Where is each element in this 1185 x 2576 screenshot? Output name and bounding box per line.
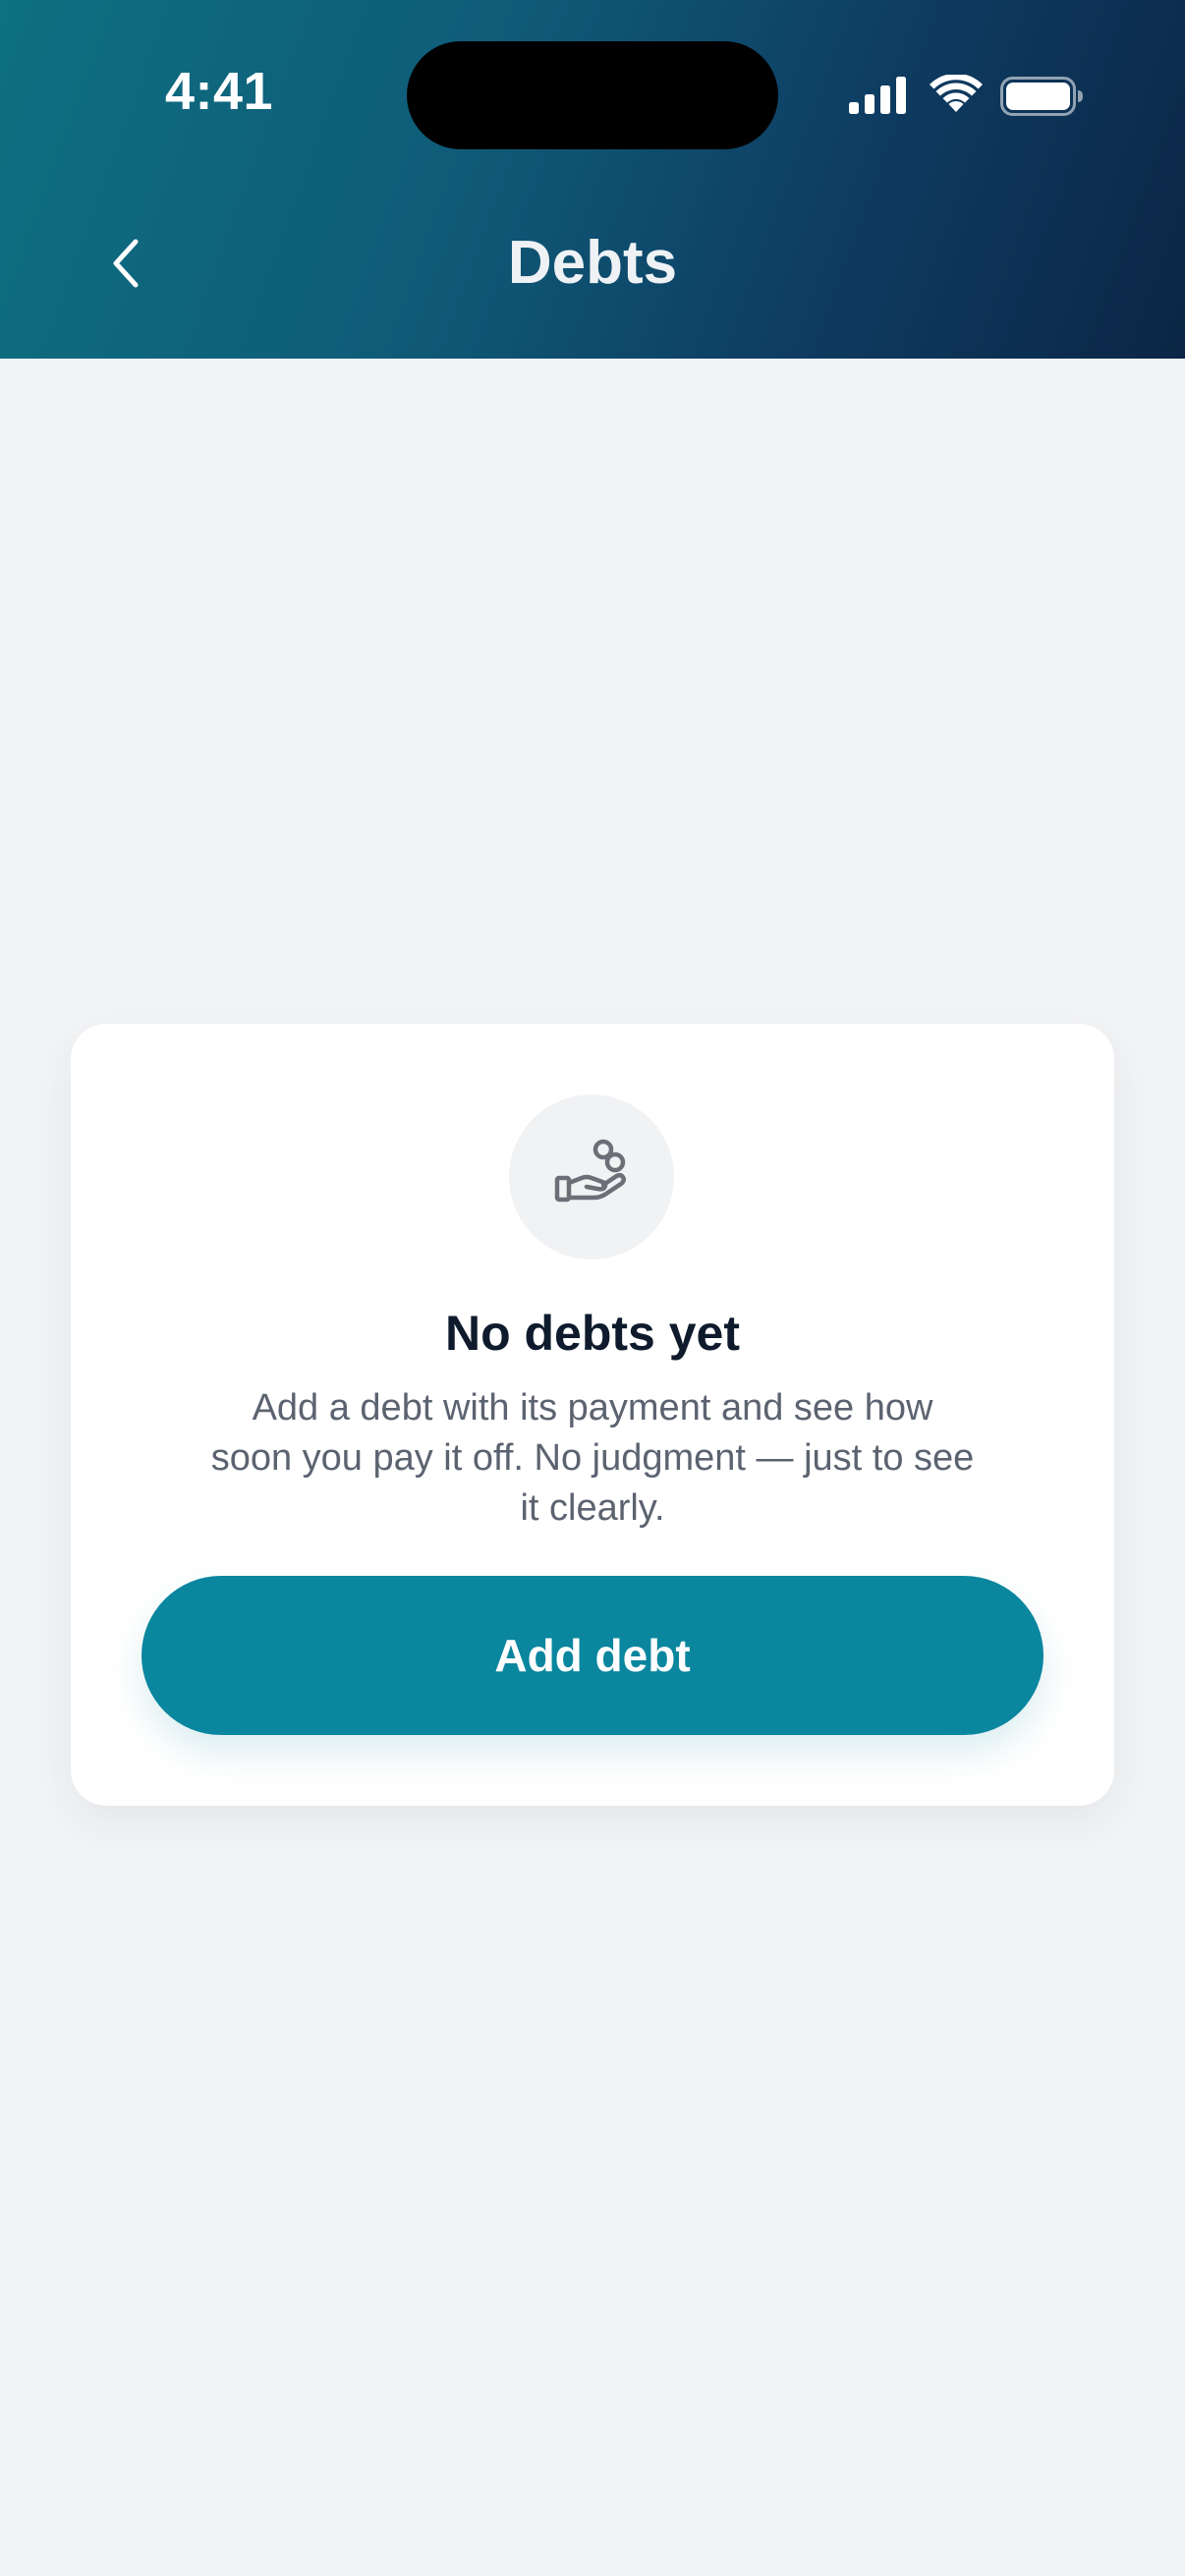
empty-state-card: No debts yet Add a debt with its payment… (71, 1024, 1114, 1806)
wifi-icon (930, 73, 983, 119)
empty-state-title: No debts yet (444, 1306, 741, 1361)
empty-state-icon-circle (509, 1094, 674, 1260)
app-header: 4:41 Debts (0, 0, 1185, 359)
battery-icon (1000, 77, 1083, 121)
hand-coins-icon (547, 1131, 636, 1224)
add-debt-button[interactable]: Add debt (141, 1576, 1044, 1735)
dynamic-island (407, 41, 778, 149)
status-icons (847, 73, 1083, 120)
cellular-signal-icon (847, 77, 906, 119)
empty-state-description: Add a debt with its payment and see how … (210, 1387, 975, 1529)
page-title: Debts (507, 229, 678, 297)
status-time: 4:41 (165, 62, 274, 121)
